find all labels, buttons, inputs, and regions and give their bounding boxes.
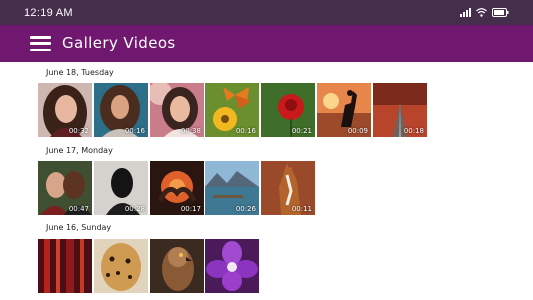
video-duration: 00:32: [68, 127, 89, 135]
video-thumbnail[interactable]: 00:18: [373, 83, 427, 137]
status-time: 12:19 AM: [24, 6, 73, 19]
hawk-image: [150, 239, 204, 293]
date-header: June 17, Monday: [46, 146, 113, 155]
video-duration: 00:18: [403, 127, 424, 135]
video-duration: 00:38: [180, 127, 201, 135]
video-thumbnail[interactable]: 00:47: [38, 161, 92, 215]
video-duration: 00:16: [235, 127, 256, 135]
video-duration: 00:47: [68, 205, 89, 213]
gallery-content[interactable]: June 18, Tuesday 00:32 00:16 00:38 00:16…: [0, 62, 533, 300]
date-header: June 18, Tuesday: [46, 68, 114, 77]
video-thumbnail[interactable]: 00:32: [38, 83, 92, 137]
signal-icon: [460, 8, 471, 17]
video-thumbnail[interactable]: 00:38: [150, 83, 204, 137]
video-duration: 00:17: [180, 205, 201, 213]
video-thumbnail[interactable]: 00:21: [261, 83, 315, 137]
video-thumbnail[interactable]: [38, 239, 92, 293]
date-header: June 16, Sunday: [46, 223, 112, 232]
video-thumbnail[interactable]: [150, 239, 204, 293]
video-thumbnail[interactable]: 00:09: [317, 83, 371, 137]
battery-icon: [492, 8, 509, 17]
status-icons: [460, 8, 509, 17]
video-thumbnail[interactable]: 00:11: [261, 161, 315, 215]
video-thumbnail[interactable]: 00:17: [150, 161, 204, 215]
video-duration: 00:16: [124, 127, 145, 135]
app-title: Gallery Videos: [62, 34, 176, 52]
status-bar: 12:19 AM: [0, 0, 533, 25]
app-bar: Gallery Videos: [0, 25, 533, 62]
video-thumbnail[interactable]: 00:16: [94, 83, 148, 137]
video-thumbnail[interactable]: [205, 239, 259, 293]
abstract-red-stripes-image: [38, 239, 92, 293]
video-duration: 00:28: [124, 205, 145, 213]
video-thumbnail[interactable]: [94, 239, 148, 293]
purple-flower-image: [205, 239, 259, 293]
video-thumbnail[interactable]: 00:16: [205, 83, 259, 137]
wifi-icon: [476, 8, 487, 17]
hamburger-menu-icon[interactable]: [30, 36, 51, 51]
video-thumbnail[interactable]: 00:28: [94, 161, 148, 215]
video-duration: 00:11: [291, 205, 312, 213]
video-thumbnail[interactable]: 00:26: [205, 161, 259, 215]
leopard-image: [94, 239, 148, 293]
video-duration: 00:09: [347, 127, 368, 135]
video-duration: 00:21: [291, 127, 312, 135]
video-duration: 00:26: [235, 205, 256, 213]
